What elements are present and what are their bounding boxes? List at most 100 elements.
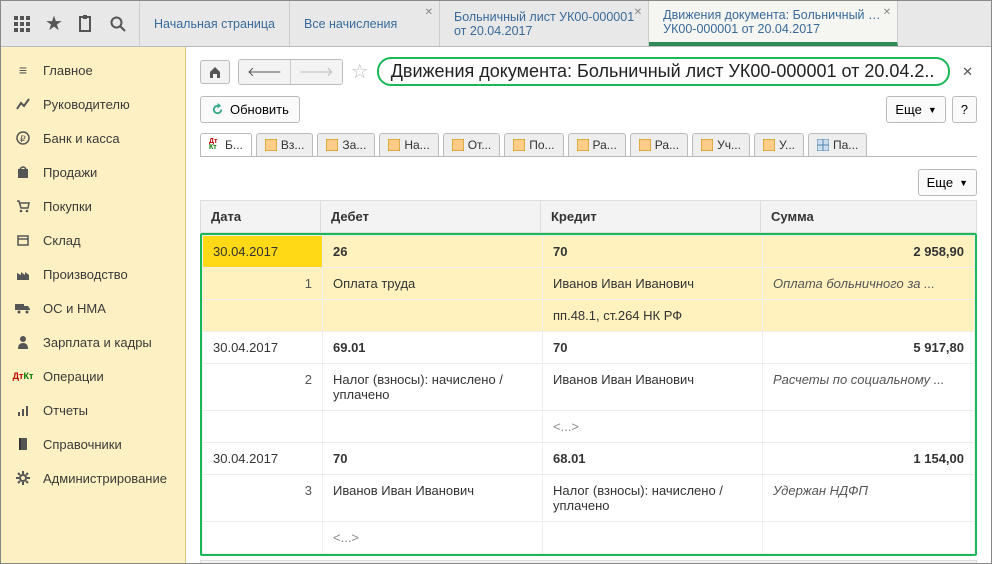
cell-debit-acc: 70 xyxy=(323,443,543,475)
reg-tab[interactable]: Ра... xyxy=(568,133,626,156)
sidebar-item-assets[interactable]: ОС и НМА xyxy=(1,291,185,325)
ledger-body: 30.04.2017 26 70 2 958,90 1 Оплата труда… xyxy=(202,235,975,554)
table-row[interactable]: 3 Иванов Иван Иванович Налог (взносы): н… xyxy=(203,475,975,522)
factory-icon xyxy=(15,266,31,282)
register-icon xyxy=(513,139,525,151)
cell-debit-sub: Иванов Иван Иванович xyxy=(323,475,543,522)
cell-debit-acc: 69.01 xyxy=(323,332,543,364)
horizontal-scrollbar[interactable] xyxy=(200,560,977,563)
sidebar-item-label: Администрирование xyxy=(43,471,167,486)
reg-tab-label: От... xyxy=(468,138,492,152)
cell-credit-sub: Иванов Иван Иванович xyxy=(543,364,763,411)
sidebar-item-main[interactable]: ≡ Главное xyxy=(1,53,185,87)
tab-sickleave[interactable]: Больничный лист УК00-000001 от 20.04.201… xyxy=(440,1,649,46)
close-icon[interactable]: ✕ xyxy=(425,7,433,18)
sidebar-item-bank[interactable]: ₽ Банк и касса xyxy=(1,121,185,155)
cell-debit-sub2: <...> xyxy=(323,522,543,554)
cell-debit-sub: Налог (взносы): начислено / уплачено xyxy=(323,364,543,411)
reg-tab[interactable]: На... xyxy=(379,133,438,156)
sidebar-item-reports[interactable]: Отчеты xyxy=(1,393,185,427)
reg-tab[interactable]: У... xyxy=(754,133,804,156)
cell-debit-acc: 26 xyxy=(323,236,543,268)
forward-button[interactable]: 🡒 xyxy=(290,60,342,84)
back-button[interactable]: 🡐 xyxy=(239,60,290,84)
register-icon xyxy=(388,139,400,151)
col-debit: Дебет xyxy=(321,201,541,233)
favorite-icon[interactable]: ☆ xyxy=(351,59,369,84)
tab-home[interactable]: Начальная страница xyxy=(140,1,290,46)
star-icon[interactable]: ★ xyxy=(43,13,65,35)
cell-num: 3 xyxy=(203,475,323,522)
reg-tab[interactable]: Уч... xyxy=(692,133,750,156)
person-icon xyxy=(15,334,31,350)
table-row[interactable]: <...> xyxy=(203,522,975,554)
more-label: Еще xyxy=(927,175,953,190)
table-row[interactable]: 30.04.2017 69.01 70 5 917,80 xyxy=(203,332,975,364)
page-title: Движения документа: Больничный лист УК00… xyxy=(377,57,950,86)
top-tabs: Начальная страница Все начисления ✕ Боль… xyxy=(140,1,991,46)
tab-movements[interactable]: Движения документа: Больничный лист УК00… xyxy=(649,1,898,46)
table-row[interactable]: <...> xyxy=(203,411,975,443)
sidebar-item-admin[interactable]: Администрирование xyxy=(1,461,185,495)
apps-icon[interactable] xyxy=(11,13,33,35)
reg-tab[interactable]: ДтКт Б... xyxy=(200,133,252,156)
tab-label: Все начисления xyxy=(304,17,425,31)
cell-date: 30.04.2017 xyxy=(203,236,323,268)
reg-tab[interactable]: От... xyxy=(443,133,501,156)
secondary-action-row: Еще ▼ xyxy=(200,169,977,196)
sidebar-item-label: Операции xyxy=(43,369,104,384)
help-label: ? xyxy=(961,102,968,117)
tab-label: Больничный лист УК00-000001 xyxy=(454,10,634,24)
sidebar-item-purch[interactable]: Покупки xyxy=(1,189,185,223)
bag-icon xyxy=(15,164,31,180)
cell-sum: 2 958,90 xyxy=(763,236,975,268)
ledger-table: Дата Дебет Кредит Сумма xyxy=(200,200,977,233)
sidebar-item-operations[interactable]: ДтКт Операции xyxy=(1,359,185,393)
register-icon xyxy=(452,139,464,151)
cell-credit-sub: Налог (взносы): начислено / уплачено xyxy=(543,475,763,522)
sidebar-item-sales[interactable]: Продажи xyxy=(1,155,185,189)
reg-tab[interactable]: Ра... xyxy=(630,133,688,156)
reg-tab[interactable]: Вз... xyxy=(256,133,314,156)
more-button-2[interactable]: Еще ▼ xyxy=(918,169,977,196)
reg-tab[interactable]: Па... xyxy=(808,133,867,156)
register-icon xyxy=(701,139,713,151)
close-icon[interactable]: ✕ xyxy=(634,7,642,18)
sidebar-item-label: Зарплата и кадры xyxy=(43,335,152,350)
sidebar-item-manager[interactable]: Руководителю xyxy=(1,87,185,121)
refresh-button[interactable]: Обновить xyxy=(200,96,300,123)
table-row[interactable]: 30.04.2017 70 68.01 1 154,00 xyxy=(203,443,975,475)
search-icon[interactable] xyxy=(107,13,129,35)
more-button[interactable]: Еще ▼ xyxy=(886,96,945,123)
nav-group: 🡐 🡒 xyxy=(238,59,343,85)
sidebar-item-salary[interactable]: Зарплата и кадры xyxy=(1,325,185,359)
help-button[interactable]: ? xyxy=(952,96,977,123)
reg-tab[interactable]: По... xyxy=(504,133,563,156)
sidebar-item-production[interactable]: Производство xyxy=(1,257,185,291)
cell-credit-acc: 70 xyxy=(543,332,763,364)
sidebar-item-label: Руководителю xyxy=(43,97,130,112)
close-icon[interactable]: ✕ xyxy=(883,7,891,18)
table-row[interactable]: 1 Оплата труда Иванов Иван Иванович Опла… xyxy=(203,268,975,300)
sidebar-item-stock[interactable]: Склад xyxy=(1,223,185,257)
report-icon xyxy=(15,402,31,418)
menu-icon: ≡ xyxy=(15,62,31,78)
sidebar-item-label: Склад xyxy=(43,233,81,248)
table-row[interactable]: 2 Налог (взносы): начислено / уплачено И… xyxy=(203,364,975,411)
cell-desc: Оплата больничного за ... xyxy=(763,268,975,300)
clipboard-icon[interactable] xyxy=(75,13,97,35)
home-button[interactable] xyxy=(200,60,230,84)
col-sum: Сумма xyxy=(761,201,977,233)
sidebar-item-label: Покупки xyxy=(43,199,92,214)
table-row[interactable]: 30.04.2017 26 70 2 958,90 xyxy=(203,236,975,268)
cell-sum: 5 917,80 xyxy=(763,332,975,364)
sidebar-item-label: Главное xyxy=(43,63,93,78)
table-row[interactable]: пп.48.1, ст.264 НК РФ xyxy=(203,300,975,332)
tab-accruals[interactable]: Все начисления ✕ xyxy=(290,1,440,46)
ledger-scroll-area[interactable]: 30.04.2017 26 70 2 958,90 1 Оплата труда… xyxy=(200,233,977,556)
sidebar-item-ref[interactable]: Справочники xyxy=(1,427,185,461)
close-button[interactable]: ✕ xyxy=(958,64,977,80)
reg-tab-label: По... xyxy=(529,138,554,152)
cell-credit-sub2: пп.48.1, ст.264 НК РФ xyxy=(543,300,763,332)
reg-tab[interactable]: За... xyxy=(317,133,375,156)
